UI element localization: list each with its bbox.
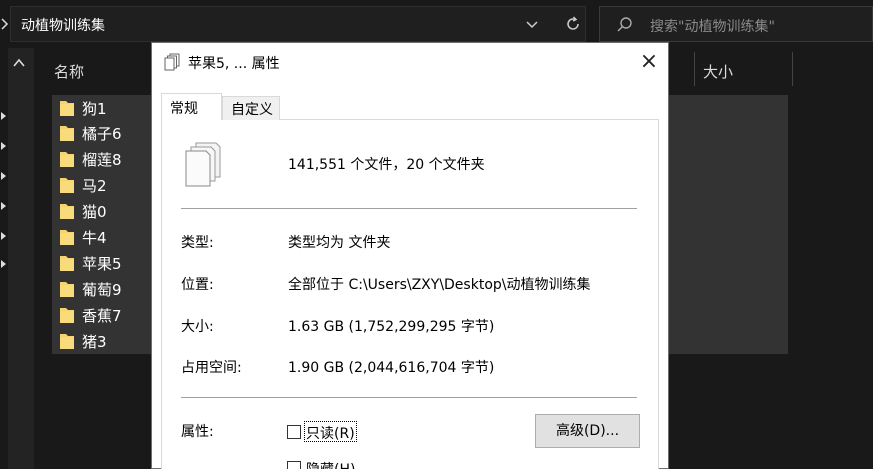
readonly-checkbox[interactable] (287, 425, 301, 439)
attributes-label: 属性: (181, 424, 214, 440)
list-item[interactable]: 狗1 (52, 95, 152, 120)
column-divider[interactable] (694, 52, 695, 86)
readonly-label[interactable]: 只读(R) (306, 423, 355, 443)
column-divider[interactable] (792, 52, 793, 86)
tab-general[interactable]: 常规 (161, 93, 222, 120)
type-value: 类型均为 文件夹 (288, 235, 391, 251)
search-icon (616, 16, 634, 34)
list-item-label: 葡萄9 (82, 281, 122, 299)
divider (181, 208, 637, 209)
column-header-size[interactable]: 大小 (703, 61, 733, 82)
list-item-label: 香蕉7 (82, 307, 122, 325)
expand-arrow-icon[interactable] (0, 170, 8, 182)
folder-icon (59, 99, 75, 117)
properties-dialog: 苹果5, ... 属性 × 自定义 常规 141,551 个文件，20 个文件夹… (151, 42, 669, 469)
list-item[interactable]: 猫0 (52, 198, 152, 223)
folder-icon (59, 280, 75, 298)
disk-size-label: 占用空间: (181, 360, 242, 376)
location-value: 全部位于 C:\Users\ZXY\Desktop\动植物训练集 (288, 277, 591, 293)
folder-icon (59, 202, 75, 220)
list-item-label: 猫0 (82, 203, 107, 221)
list-item-label: 榴莲8 (82, 151, 122, 169)
search-box[interactable]: 搜索"动植物训练集" (599, 6, 873, 42)
list-item-label: 猪3 (82, 333, 107, 351)
size-value: 1.63 GB (1,752,299,295 字节) (288, 319, 495, 335)
list-item[interactable]: 榴莲8 (52, 146, 152, 171)
expand-arrow-icon[interactable] (0, 110, 8, 122)
address-bar[interactable]: 动植物训练集 (10, 6, 586, 42)
list-item[interactable]: 牛4 (52, 224, 152, 249)
list-item-label: 狗1 (82, 100, 107, 118)
expand-arrow-icon[interactable] (0, 230, 8, 242)
folder-icon (59, 332, 75, 350)
dialog-titlebar[interactable]: 苹果5, ... 属性 × (152, 43, 668, 81)
refresh-icon[interactable] (563, 14, 583, 34)
list-item-label: 马2 (82, 177, 107, 195)
folder-icon (59, 228, 75, 246)
type-label: 类型: (181, 235, 214, 251)
column-header-name[interactable]: 名称 (54, 61, 84, 82)
selection-summary: 141,551 个文件，20 个文件夹 (288, 157, 485, 173)
list-item-label: 牛4 (82, 229, 107, 247)
folder-icon (59, 254, 75, 272)
advanced-button[interactable]: 高级(D)... (535, 414, 640, 448)
list-item[interactable]: 葡萄9 (52, 276, 152, 301)
navigation-scrollbar[interactable] (8, 48, 34, 469)
multiple-files-icon (182, 141, 224, 189)
expand-arrow-icon[interactable] (0, 140, 8, 152)
chevron-right-icon[interactable] (0, 14, 10, 34)
chevron-down-icon[interactable] (523, 15, 541, 33)
hidden-label[interactable]: 隐藏(H) (306, 459, 355, 469)
close-icon[interactable]: × (638, 51, 660, 74)
location-label: 位置: (181, 277, 214, 293)
list-item[interactable]: 苹果5 (52, 250, 152, 275)
list-item[interactable]: 猪3 (52, 328, 152, 353)
folder-icon (59, 150, 75, 168)
dialog-title: 苹果5, ... 属性 (188, 56, 280, 72)
size-label: 大小: (181, 319, 214, 335)
expand-arrow-icon[interactable] (0, 258, 8, 270)
tab-custom[interactable]: 自定义 (222, 96, 280, 120)
list-item-label: 苹果5 (82, 255, 122, 273)
list-item[interactable]: 马2 (52, 172, 152, 197)
list-item-label: 橘子6 (82, 125, 122, 143)
multiple-files-icon (163, 53, 181, 71)
folder-icon (59, 306, 75, 324)
list-item[interactable]: 橘子6 (52, 120, 152, 145)
disk-size-value: 1.90 GB (2,044,616,704 字节) (288, 360, 495, 376)
scroll-up-icon[interactable] (11, 56, 27, 70)
hidden-checkbox[interactable] (287, 461, 301, 469)
folder-icon (59, 176, 75, 194)
divider (181, 397, 637, 398)
list-item[interactable]: 香蕉7 (52, 302, 152, 327)
address-text: 动植物训练集 (21, 18, 105, 34)
search-placeholder: 搜索"动植物训练集" (650, 19, 775, 35)
expand-arrow-icon[interactable] (0, 200, 8, 212)
folder-icon (59, 124, 75, 142)
explorer-toolbar: 动植物训练集 搜索"动植物训练集" (0, 0, 873, 48)
